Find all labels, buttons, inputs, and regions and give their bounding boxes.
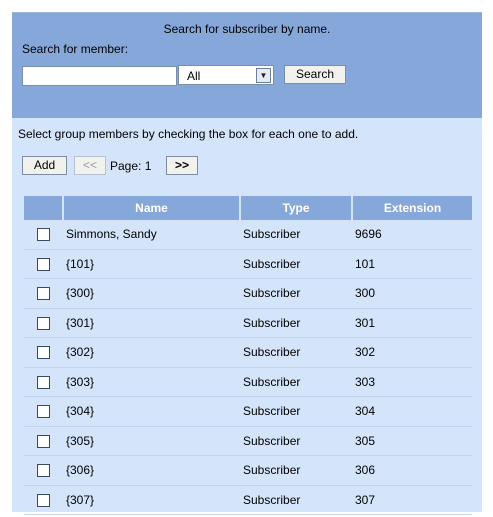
- member-type: Subscriber: [239, 338, 351, 368]
- search-label: Search for member:: [22, 42, 129, 56]
- row-checkbox[interactable]: [36, 316, 50, 330]
- member-type: Subscriber: [239, 279, 351, 309]
- member-extension: 303: [351, 368, 472, 397]
- member-extension: 302: [351, 338, 472, 368]
- member-type: Subscriber: [239, 220, 351, 250]
- row-checkbox[interactable]: [36, 375, 50, 389]
- row-checkbox[interactable]: [36, 464, 50, 478]
- member-name: {306}: [62, 456, 239, 486]
- member-selection-panel: Search for subscriber by name. Search fo…: [12, 12, 482, 515]
- member-extension: 101: [351, 250, 472, 279]
- prev-page-button[interactable]: <<: [74, 156, 106, 175]
- add-button[interactable]: Add: [22, 156, 67, 175]
- type-select-value: All: [187, 69, 201, 83]
- table-row: {307} Subscriber 307: [24, 486, 472, 515]
- member-name: {305}: [62, 427, 239, 456]
- member-type: Subscriber: [239, 427, 351, 456]
- search-title: Search for subscriber by name.: [163, 22, 331, 36]
- table-row: {101} Subscriber 101: [24, 250, 472, 279]
- table-row: {305} Subscriber 305: [24, 427, 472, 456]
- member-extension: 305: [351, 427, 472, 456]
- table-row: {300} Subscriber 300: [24, 279, 472, 309]
- type-column-header[interactable]: Type: [239, 196, 351, 220]
- member-type: Subscriber: [239, 250, 351, 279]
- member-extension: 300: [351, 279, 472, 309]
- member-extension: 301: [351, 309, 472, 338]
- member-extension: 304: [351, 397, 472, 427]
- member-name: {302}: [62, 338, 239, 368]
- member-name: {307}: [62, 486, 239, 515]
- extension-column-header[interactable]: Extension: [351, 196, 472, 220]
- row-checkbox[interactable]: [36, 434, 50, 448]
- member-name: {101}: [62, 250, 239, 279]
- page-indicator: Page: 1: [110, 159, 152, 173]
- instructions-text: Select group members by checking the box…: [18, 127, 359, 141]
- member-extension: 306: [351, 456, 472, 486]
- member-name: {301}: [62, 309, 239, 338]
- search-button[interactable]: Search: [284, 65, 346, 84]
- member-name: {300}: [62, 279, 239, 309]
- member-type: Subscriber: [239, 456, 351, 486]
- table-row: {301} Subscriber 301: [24, 309, 472, 338]
- table-header-row: Name Type Extension: [24, 196, 472, 220]
- member-name: Simmons, Sandy: [62, 220, 239, 250]
- member-extension: 307: [351, 486, 472, 515]
- table-row: {304} Subscriber 304: [24, 397, 472, 427]
- name-column-header[interactable]: Name: [62, 196, 239, 220]
- member-name: {304}: [62, 397, 239, 427]
- type-select[interactable]: All ▼: [178, 65, 274, 85]
- search-input[interactable]: [22, 66, 177, 86]
- row-checkbox[interactable]: [36, 493, 50, 507]
- row-checkbox[interactable]: [36, 346, 50, 360]
- row-checkbox[interactable]: [36, 228, 50, 242]
- member-type: Subscriber: [239, 397, 351, 427]
- search-panel: Search for subscriber by name. Search fo…: [12, 13, 482, 118]
- table-row: Simmons, Sandy Subscriber 9696: [24, 220, 472, 250]
- table-row: {303} Subscriber 303: [24, 368, 472, 397]
- members-table: Name Type Extension Simmons, Sandy Subsc…: [24, 196, 472, 515]
- next-page-button[interactable]: >>: [166, 156, 198, 175]
- member-type: Subscriber: [239, 309, 351, 338]
- table-row: {302} Subscriber 302: [24, 338, 472, 368]
- member-extension: 9696: [351, 220, 472, 250]
- row-checkbox[interactable]: [36, 257, 50, 271]
- row-checkbox[interactable]: [36, 405, 50, 419]
- member-name: {303}: [62, 368, 239, 397]
- table-row: {306} Subscriber 306: [24, 456, 472, 486]
- row-checkbox[interactable]: [36, 287, 50, 301]
- select-column-header: [24, 196, 62, 220]
- member-type: Subscriber: [239, 368, 351, 397]
- chevron-down-icon[interactable]: ▼: [256, 68, 271, 83]
- member-type: Subscriber: [239, 486, 351, 515]
